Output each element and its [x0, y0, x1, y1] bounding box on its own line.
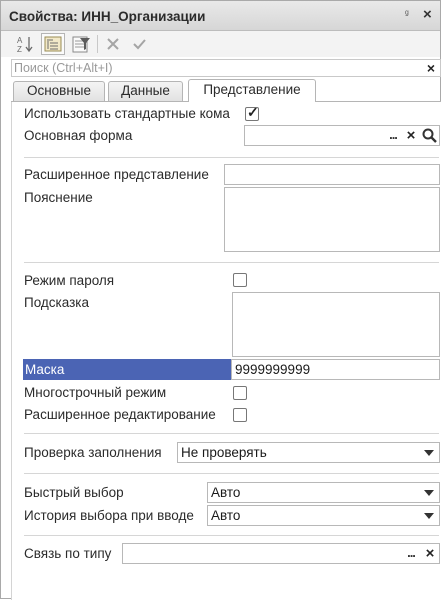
fill-check-select[interactable]: Не проверять [177, 442, 440, 463]
tab-bar: Основные Данные Представление [11, 79, 441, 102]
fill-check-value: Не проверять [181, 445, 267, 460]
separator [24, 262, 439, 263]
mask-field[interactable]: 9999999999 [231, 359, 440, 380]
checkmark-icon: ✓ [247, 104, 259, 120]
password-mode-label: Режим пароля [24, 273, 115, 288]
confirm-button[interactable] [127, 33, 151, 55]
svg-text:A: A [17, 36, 23, 45]
tab-main[interactable]: Основные [13, 81, 105, 101]
separator [24, 535, 439, 536]
main-form-choose-button[interactable]: ... [384, 126, 402, 145]
choice-history-select[interactable]: Авто [207, 505, 440, 526]
multiline-label: Многострочный режим [24, 385, 167, 400]
search-input[interactable] [14, 60, 420, 76]
pin-icon[interactable]: ᵍ [405, 9, 409, 20]
magnifier-icon [422, 128, 437, 143]
properties-panel: Использовать стандартные кома ✓ Основная… [11, 102, 441, 600]
title-bar: Свойства: ИНН_Организации ᵍ × [1, 1, 440, 31]
tab-presentation[interactable]: Представление [188, 79, 316, 102]
fill-check-label: Проверка заполнения [24, 445, 162, 460]
use-std-commands-checkbox[interactable]: ✓ [245, 104, 259, 121]
search-clear-icon[interactable]: × [422, 60, 440, 76]
mask-label: Маска [23, 359, 231, 380]
chevron-down-icon[interactable] [420, 484, 438, 501]
main-form-clear-button[interactable]: × [402, 126, 420, 145]
categories-button[interactable] [41, 33, 65, 55]
quick-choice-value: Авто [211, 485, 241, 500]
clear-icon [107, 38, 119, 50]
tooltip-textarea[interactable] [232, 292, 440, 357]
toolbar-separator [97, 35, 98, 53]
multiline-checkbox[interactable] [233, 386, 247, 400]
main-form-label: Основная форма [24, 128, 133, 143]
main-form-open-button[interactable] [421, 126, 439, 145]
ext-presentation-field[interactable] [224, 164, 440, 185]
mask-value: 9999999999 [235, 362, 311, 377]
window-title: Свойства: ИНН_Организации [9, 9, 206, 24]
ext-edit-label: Расширенное редактирование [24, 407, 216, 422]
choice-history-label: История выбора при вводе [24, 508, 194, 523]
toolbar: A Z [1, 31, 440, 57]
sort-az-button[interactable]: A Z [13, 33, 37, 55]
password-mode-checkbox[interactable] [233, 273, 247, 287]
separator [24, 433, 439, 434]
search-box: × [11, 59, 441, 77]
type-link-field[interactable] [122, 543, 440, 564]
explanation-textarea[interactable] [224, 187, 440, 252]
tab-data[interactable]: Данные [108, 81, 183, 101]
quick-choice-label: Быстрый выбор [24, 485, 124, 500]
choice-history-value: Авто [211, 508, 241, 523]
chevron-down-icon[interactable] [420, 444, 438, 461]
explanation-label: Пояснение [24, 190, 93, 205]
type-link-choose-button[interactable]: ... [402, 544, 420, 563]
filter-icon [72, 36, 90, 53]
quick-choice-select[interactable]: Авто [207, 482, 440, 503]
sort-az-icon: A Z [17, 36, 33, 54]
filter-button[interactable] [69, 33, 93, 55]
type-link-clear-button[interactable]: × [421, 544, 439, 563]
close-icon[interactable]: × [423, 6, 432, 23]
properties-window: Свойства: ИНН_Организации ᵍ × A Z Поиск … [0, 0, 441, 600]
ext-presentation-label: Расширенное представление [24, 167, 209, 182]
type-link-label: Связь по типу [24, 546, 112, 561]
clear-button[interactable] [101, 33, 125, 55]
svg-text:Z: Z [17, 45, 22, 54]
tooltip-label: Подсказка [24, 295, 90, 310]
ext-edit-checkbox[interactable] [233, 408, 247, 422]
categories-icon [44, 36, 62, 52]
separator [24, 473, 439, 474]
use-std-commands-label: Использовать стандартные кома [24, 106, 230, 121]
separator [24, 157, 439, 158]
chevron-down-icon[interactable] [420, 507, 438, 524]
confirm-icon [133, 39, 146, 50]
